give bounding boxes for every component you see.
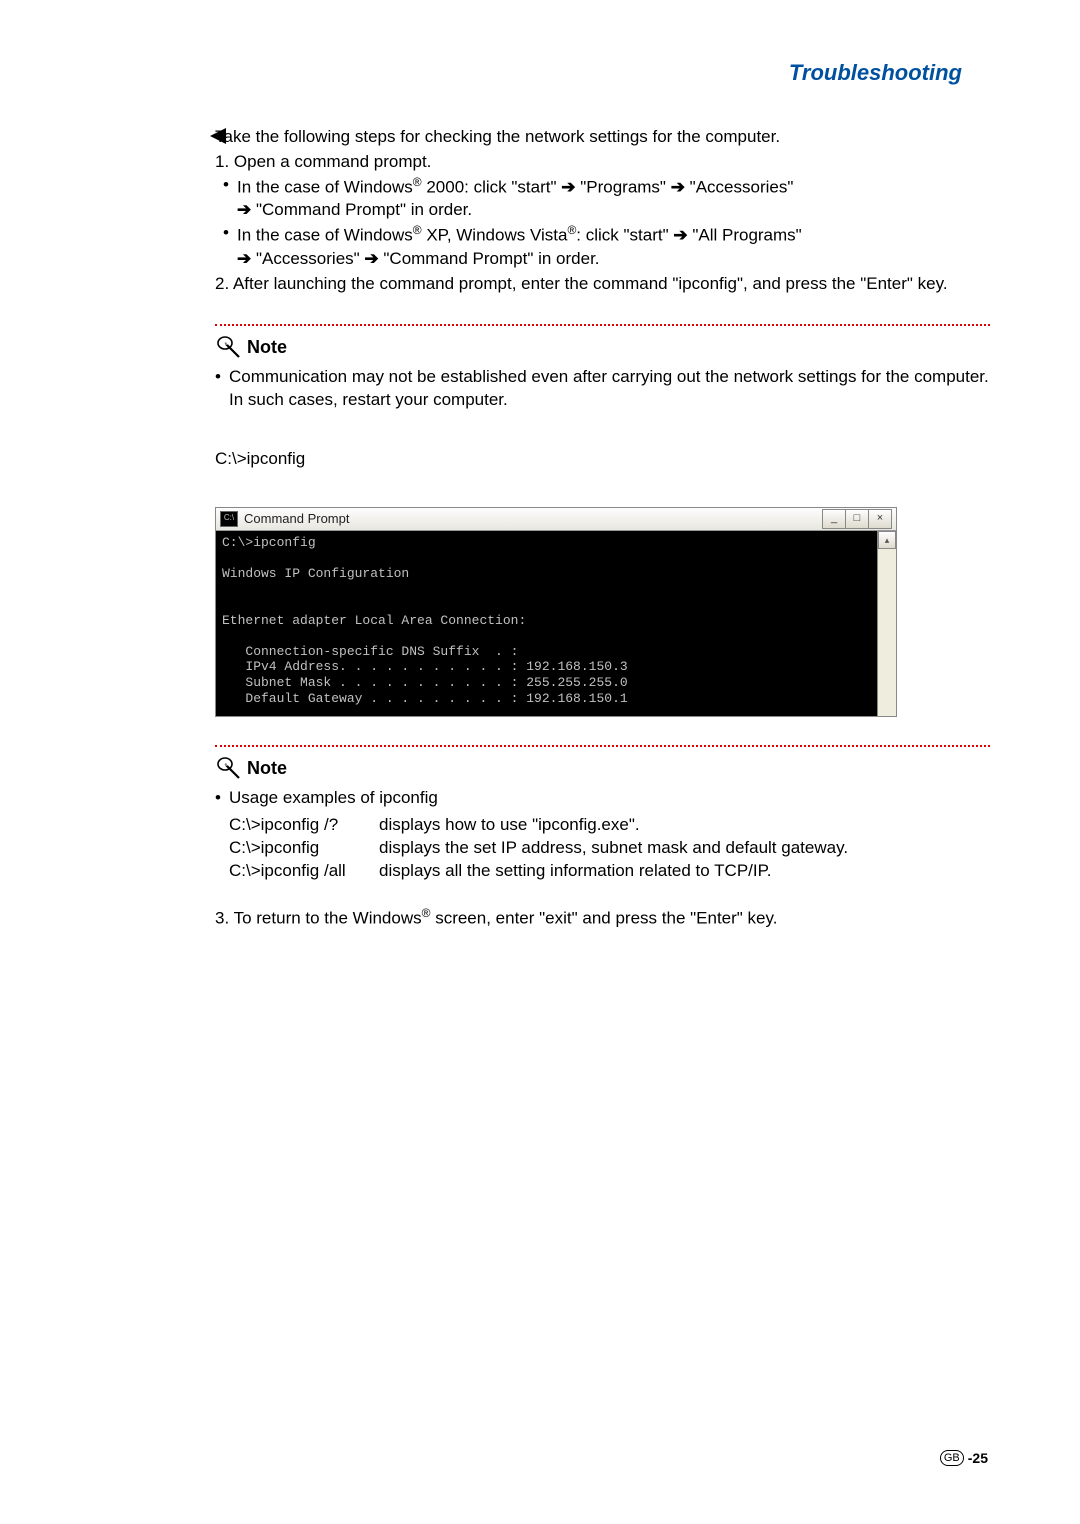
example-row: C:\>ipconfig /? displays how to use "ipc…: [229, 814, 990, 837]
text: "Command Prompt" in order.: [379, 249, 600, 268]
note-1-text: Communication may not be established eve…: [215, 366, 990, 412]
page-num-value: -25: [968, 1450, 988, 1466]
example-row: C:\>ipconfig displays the set IP address…: [229, 837, 990, 860]
text: "Command Prompt" in order.: [251, 200, 472, 219]
example-cmd: C:\>ipconfig: [229, 837, 379, 860]
example-desc: displays all the setting information rel…: [379, 860, 771, 883]
cmd-output: C:\>ipconfig Windows IP Configuration Et…: [216, 531, 896, 717]
command-prompt-window: C:\ Command Prompt _ □ × C:\>ipconfig Wi…: [215, 507, 897, 718]
arrow-icon: ➔: [237, 249, 251, 268]
note-block-2: Note Usage examples of ipconfig C:\>ipco…: [215, 745, 990, 883]
cmd-app-icon: C:\: [220, 511, 238, 527]
step-3: 3. To return to the Windows® screen, ent…: [215, 905, 990, 931]
usage-heading: Usage examples of ipconfig: [215, 787, 990, 810]
cmd-window-title: Command Prompt: [244, 510, 349, 528]
text: In the case of Windows: [237, 178, 413, 197]
example-desc: displays the set IP address, subnet mask…: [379, 837, 848, 860]
dotted-divider: [215, 324, 990, 326]
text: "All Programs": [688, 226, 802, 245]
step-1-bullet-1-cont: ➔ "Command Prompt" in order.: [215, 199, 990, 222]
example-cmd: C:\>ipconfig /all: [229, 860, 379, 883]
close-button[interactable]: ×: [868, 509, 892, 529]
text: 2000: click "start": [422, 178, 562, 197]
arrow-icon: ➔: [364, 249, 378, 268]
text: : click "start": [576, 226, 673, 245]
arrow-icon: ➔: [561, 178, 575, 197]
text: screen, enter "exit" and press the "Ente…: [430, 909, 777, 928]
note-pencil-icon: [215, 334, 241, 360]
command-example-label: C:\>ipconfig: [215, 448, 990, 471]
intro-text: Take the following steps for checking th…: [215, 126, 990, 149]
arrow-icon: ➔: [671, 178, 685, 197]
region-badge: GB: [940, 1450, 964, 1466]
text: XP, Windows Vista: [422, 226, 568, 245]
step-1-bullet-1: In the case of Windows® 2000: click "sta…: [215, 174, 990, 200]
text: 3. To return to the Windows: [215, 909, 422, 928]
registered-icon: ®: [567, 223, 576, 237]
registered-icon: ®: [413, 175, 422, 189]
example-cmd: C:\>ipconfig /?: [229, 814, 379, 837]
arrow-icon: ➔: [237, 200, 251, 219]
registered-icon: ®: [413, 223, 422, 237]
body-content: Take the following steps for checking th…: [215, 126, 990, 931]
arrow-icon: ➔: [673, 226, 687, 245]
scrollbar[interactable]: ▴: [877, 531, 896, 717]
step-2: 2. After launching the command prompt, e…: [215, 273, 990, 296]
note-block-1: Note Communication may not be establishe…: [215, 324, 990, 412]
back-arrow-icon: [208, 126, 228, 146]
step-1: 1. Open a command prompt.: [215, 151, 990, 174]
scroll-up-button[interactable]: ▴: [878, 531, 896, 549]
maximize-button[interactable]: □: [845, 509, 869, 529]
example-row: C:\>ipconfig /all displays all the setti…: [229, 860, 990, 883]
step-1-bullet-2-cont: ➔ "Accessories" ➔ "Command Prompt" in or…: [215, 248, 990, 271]
note-pencil-icon: [215, 755, 241, 781]
text: In the case of Windows: [237, 226, 413, 245]
step-1-bullet-2: In the case of Windows® XP, Windows Vist…: [215, 222, 990, 248]
note-label: Note: [247, 335, 287, 359]
minimize-button[interactable]: _: [822, 509, 846, 529]
dotted-divider: [215, 745, 990, 747]
section-title: Troubleshooting: [90, 60, 962, 86]
text: "Accessories": [251, 249, 364, 268]
text: "Programs": [575, 178, 670, 197]
example-desc: displays how to use "ipconfig.exe".: [379, 814, 640, 837]
page-number: GB -25: [940, 1450, 988, 1466]
note-label: Note: [247, 756, 287, 780]
text: "Accessories": [685, 178, 793, 197]
cmd-titlebar: C:\ Command Prompt _ □ ×: [216, 508, 896, 531]
